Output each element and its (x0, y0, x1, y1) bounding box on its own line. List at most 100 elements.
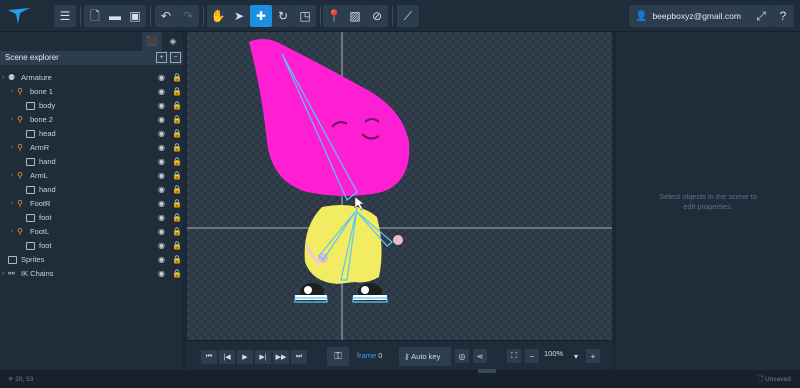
rotate-icon[interactable]: ↻ (272, 5, 294, 27)
lock-icon[interactable]: 🔒 (172, 169, 182, 183)
user-account-button[interactable]: 👤 beepboxyz@gmail.com (629, 5, 770, 27)
lock-icon[interactable]: 🔒 (172, 225, 182, 239)
lock-icon[interactable]: 🔒 (172, 113, 182, 127)
select-pointer-icon[interactable]: ➤ (228, 5, 250, 27)
lock-icon[interactable]: 🔒 (172, 141, 182, 155)
move-icon[interactable]: ✚ (250, 5, 272, 27)
tree-item[interactable]: head ◉ 🔒 (0, 127, 183, 141)
tree-item[interactable]: › ⚯ IK Chains ◉ 🔒 (0, 267, 183, 281)
visibility-eye-icon[interactable]: ◉ (158, 85, 165, 99)
expand-toggle-icon[interactable]: › (11, 85, 13, 99)
tree-item[interactable]: › ⚲ FootL ◉ 🔒 (0, 225, 183, 239)
zoom-value[interactable]: 100% (544, 349, 563, 358)
visibility-eye-icon[interactable]: ◉ (158, 239, 165, 253)
help-button[interactable]: ? (772, 5, 794, 27)
tab-layers[interactable]: ◈ (163, 32, 183, 51)
timeline-resize-handle[interactable] (478, 369, 496, 373)
tree-item-label: bone 2 (30, 115, 53, 124)
lock-icon[interactable]: 🔒 (172, 267, 182, 281)
visibility-eye-icon[interactable]: ◉ (158, 113, 165, 127)
last-frame-icon[interactable]: ⏭ (291, 350, 307, 364)
tree-item[interactable]: › ⚉ Armature ◉ 🔒 (0, 71, 183, 85)
scene-canvas[interactable] (187, 32, 612, 340)
undo-icon[interactable]: ↶ (155, 5, 177, 27)
visibility-eye-icon[interactable]: ◉ (158, 169, 165, 183)
bone-pin-icon[interactable]: 📍 (323, 5, 345, 27)
play-icon[interactable]: ▶ (237, 350, 253, 364)
lock-icon[interactable]: 🔒 (172, 71, 182, 85)
lock-icon[interactable]: 🔒 (172, 127, 182, 141)
tree-item[interactable]: Sprites ◉ 🔒 (0, 253, 183, 267)
lock-icon[interactable]: 🔒 (172, 239, 182, 253)
share-icon[interactable]: ⋖ (473, 349, 487, 363)
menu-icon[interactable]: ☰ (54, 5, 76, 27)
expand-toggle-icon[interactable]: › (11, 225, 13, 239)
link-icon[interactable]: ⊘ (366, 5, 388, 27)
save-icon[interactable]: ▣ (124, 5, 146, 27)
character-head[interactable] (249, 39, 410, 196)
prev-frame-icon[interactable]: |◀ (219, 350, 235, 364)
expand-toggle-icon[interactable]: › (2, 71, 4, 85)
visibility-eye-icon[interactable]: ◉ (158, 197, 165, 211)
lock-icon[interactable]: 🔒 (172, 253, 182, 267)
properties-hint: Select objects in the scene to edit prop… (616, 192, 800, 212)
visibility-eye-icon[interactable]: ◉ (158, 127, 165, 141)
tree-item[interactable]: hand ◉ 🔒 (0, 155, 183, 169)
tree-item[interactable]: body ◉ 🔒 (0, 99, 183, 113)
lock-icon[interactable]: 🔒 (172, 85, 182, 99)
tree-item[interactable]: › ⚲ ArmR ◉ 🔒 (0, 141, 183, 155)
zoom-in-icon[interactable]: + (586, 349, 600, 363)
expand-all-icon[interactable]: + (156, 52, 167, 63)
tree-item[interactable]: › ⚲ ArmL ◉ 🔒 (0, 169, 183, 183)
next-frame-icon[interactable]: ▶| (255, 350, 271, 364)
lock-icon[interactable]: 🔒 (172, 183, 182, 197)
expand-toggle-icon[interactable]: › (11, 113, 13, 127)
expand-toggle-icon[interactable]: › (11, 169, 13, 183)
lock-icon[interactable]: 🔒 (172, 99, 182, 113)
tree-item[interactable]: › ⚲ bone 1 ◉ 🔒 (0, 85, 183, 99)
status-bar: ✛ 20, 53 🗋 Unsaved (0, 370, 800, 388)
lock-icon[interactable]: 🔒 (172, 197, 182, 211)
visibility-eye-icon[interactable]: ◉ (158, 99, 165, 113)
visibility-eye-icon[interactable]: ◉ (158, 155, 165, 169)
visibility-eye-icon[interactable]: ◉ (158, 211, 165, 225)
tree-item[interactable]: › ⚲ bone 2 ◉ 🔒 (0, 113, 183, 127)
visibility-eye-icon[interactable]: ◉ (158, 225, 165, 239)
scale-icon[interactable]: ◳ (294, 5, 316, 27)
expand-toggle-icon[interactable]: › (2, 267, 4, 281)
tree-item[interactable]: hand ◉ 🔒 (0, 183, 183, 197)
tab-scene-explorer[interactable]: ⬛ (142, 32, 162, 51)
visibility-eye-icon[interactable]: ◉ (158, 183, 165, 197)
add-key-icon[interactable]: ⚿ (327, 347, 349, 366)
tree-item[interactable]: › ⚲ FootR ◉ 🔒 (0, 197, 183, 211)
properties-hint-line1: Select objects in the scene to (659, 192, 757, 201)
auto-key-button[interactable]: ⚷ Auto key (399, 347, 451, 366)
ik-icon[interactable]: ⟋ (397, 5, 419, 27)
next-key-icon[interactable]: ▶▶ (273, 350, 289, 364)
hand-icon[interactable]: ✋ (207, 5, 229, 27)
image-icon[interactable]: ▨ (344, 5, 366, 27)
zoom-out-icon[interactable]: − (525, 349, 539, 363)
first-frame-icon[interactable]: ⏮ (201, 350, 217, 364)
redo-icon[interactable]: ↷ (177, 5, 199, 27)
collapse-all-icon[interactable]: − (170, 52, 181, 63)
frame-indicator: frame 0 (357, 351, 382, 360)
zoom-fit-icon[interactable]: ⛶ (507, 349, 521, 363)
bone-icon: ⚲ (17, 199, 23, 208)
lock-icon[interactable]: 🔒 (172, 211, 182, 225)
visibility-eye-icon[interactable]: ◉ (158, 267, 165, 281)
expand-toggle-icon[interactable]: › (11, 141, 13, 155)
expand-toggle-icon[interactable]: › (11, 197, 13, 211)
open-folder-icon[interactable]: ▬ (104, 5, 126, 27)
new-file-icon[interactable]: 🗋 (84, 5, 106, 27)
onion-skin-icon[interactable]: ◎ (455, 349, 469, 363)
tree-item[interactable]: foot ◉ 🔒 (0, 211, 183, 225)
lock-icon[interactable]: 🔒 (172, 155, 182, 169)
hand-right[interactable] (393, 235, 403, 245)
visibility-eye-icon[interactable]: ◉ (158, 253, 165, 267)
visibility-eye-icon[interactable]: ◉ (158, 141, 165, 155)
fullscreen-icon[interactable]: ⤢ (750, 5, 772, 27)
visibility-eye-icon[interactable]: ◉ (158, 71, 165, 85)
zoom-dropdown-icon[interactable]: ▾ (569, 349, 583, 363)
tree-item[interactable]: foot ◉ 🔒 (0, 239, 183, 253)
